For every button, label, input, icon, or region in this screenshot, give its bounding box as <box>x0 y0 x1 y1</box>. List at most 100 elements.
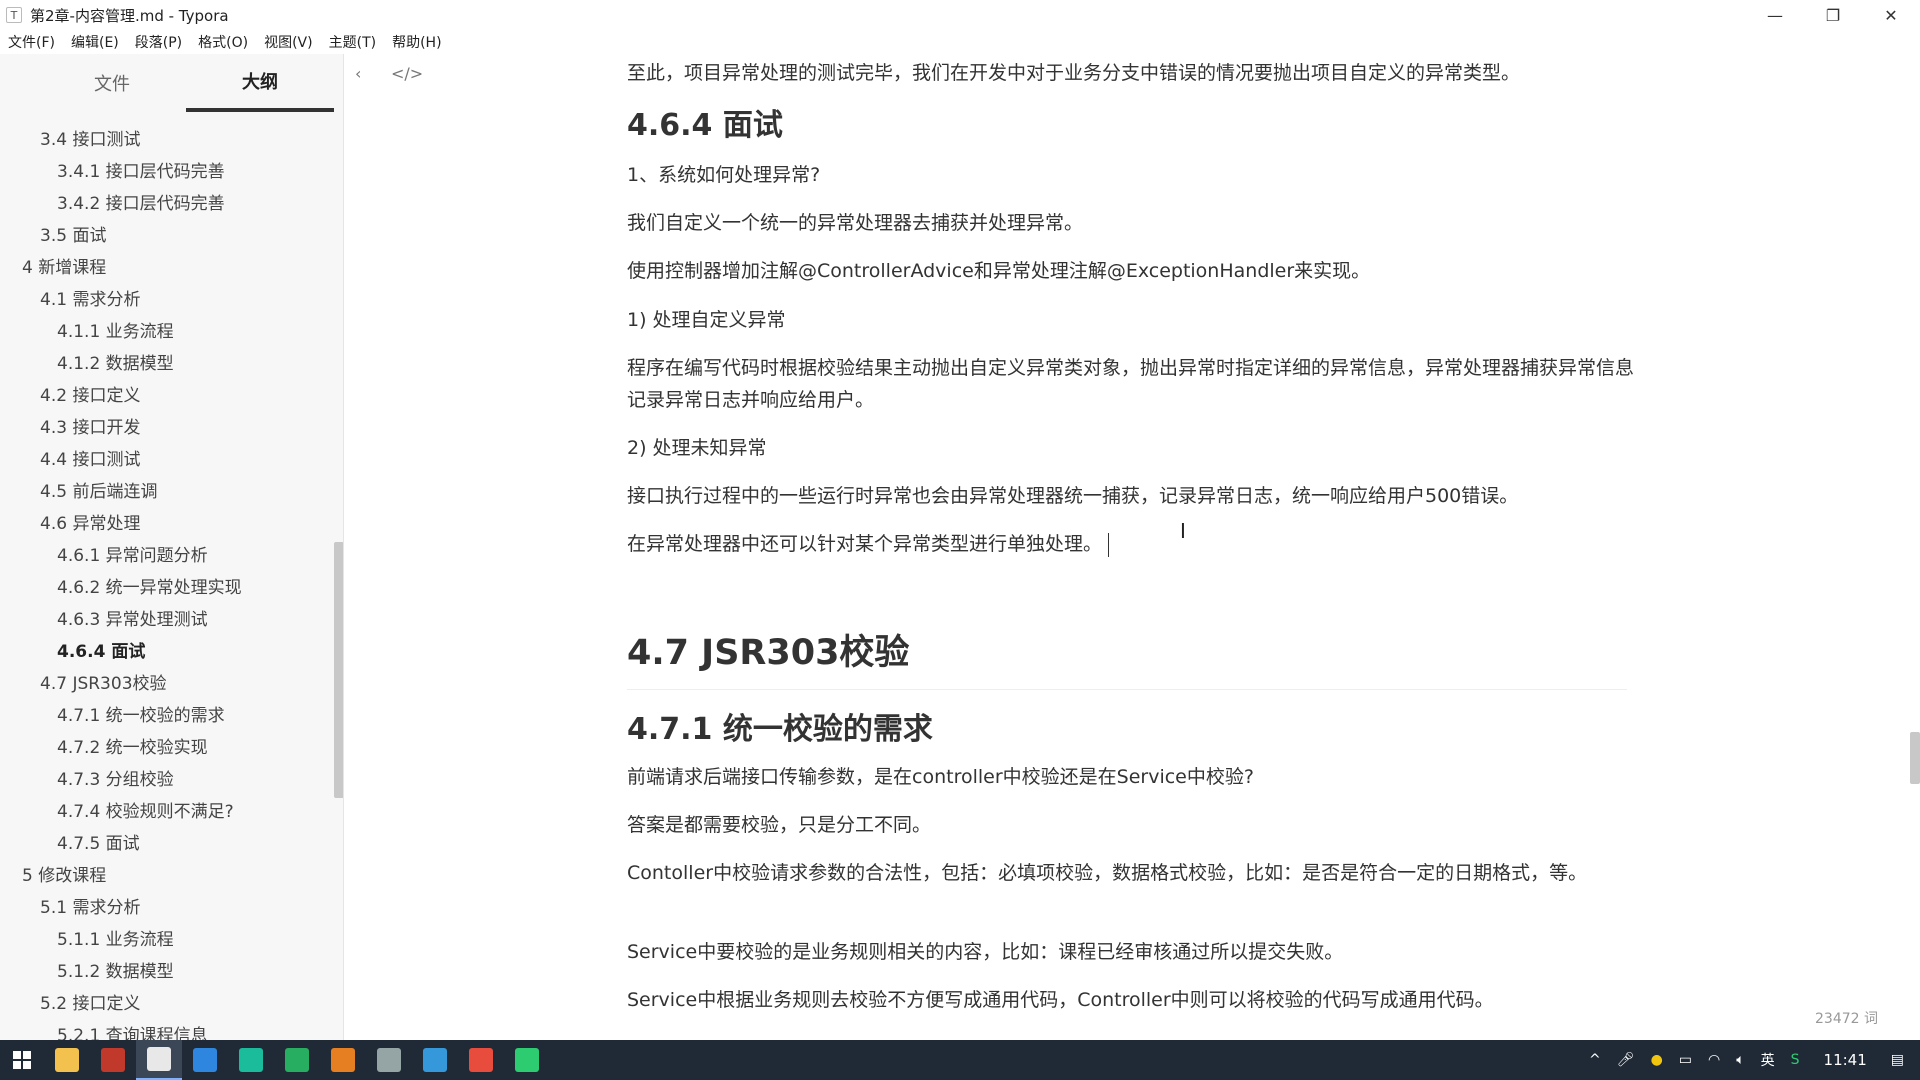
tray-chevron-icon[interactable]: ^ <box>1589 1052 1601 1068</box>
taskbar-apps <box>44 1040 550 1080</box>
sogou-icon[interactable]: S <box>1791 1052 1800 1068</box>
sidebar-scrollbar[interactable] <box>334 542 343 798</box>
notification-icon[interactable]: ▤ <box>1891 1052 1904 1068</box>
outline-item[interactable]: 5.1 需求分析 <box>0 892 336 924</box>
battery-icon[interactable]: ▭ <box>1679 1052 1692 1068</box>
outline-item[interactable]: 4.1.1 业务流程 <box>0 316 336 348</box>
outline-item[interactable]: 3.4.2 接口层代码完善 <box>0 188 336 220</box>
outline-item[interactable]: 4.7.1 统一校验的需求 <box>0 700 336 732</box>
network-icon[interactable]: ◠ <box>1708 1052 1720 1068</box>
paragraph-sub-3-wrap[interactable]: 在异常处理器中还可以针对某个异常类型进行单独处理。 <box>627 528 1637 560</box>
paragraph-sub-1[interactable]: 1) 处理自定义异常 <box>627 304 1637 336</box>
heading-4-7[interactable]: 4.7 JSR303校验 <box>627 624 1627 690</box>
menu-theme[interactable]: 主题(T) <box>329 32 376 52</box>
start-button[interactable] <box>0 1040 44 1080</box>
taskbar-app-app-teal[interactable] <box>228 1040 274 1080</box>
app-edge-icon <box>423 1048 447 1072</box>
menu-bar: 文件(F) 编辑(E) 段落(P) 格式(O) 视图(V) 主题(T) 帮助(H… <box>0 30 1920 54</box>
sidebar-tabs: 文件 大纲 <box>0 54 343 112</box>
taskbar-app-app-green[interactable] <box>504 1040 550 1080</box>
taskbar-app-typora[interactable] <box>136 1040 182 1080</box>
outline-item[interactable]: 4.3 接口开发 <box>0 412 336 444</box>
paragraph-sub-1-text[interactable]: 程序在编写代码时根据校验结果主动抛出自定义异常类对象，抛出异常时指定详细的异常信… <box>627 352 1637 416</box>
menu-paragraph[interactable]: 段落(P) <box>135 32 182 52</box>
taskbar-app-chrome[interactable] <box>458 1040 504 1080</box>
outline-item[interactable]: 4.6.2 统一异常处理实现 <box>0 572 336 604</box>
maximize-button[interactable]: ❐ <box>1804 0 1862 30</box>
system-tray: ^ 🎤︎ ● ▭ ◠ 🔈︎ 英 S 11:41 ▤ <box>1581 1040 1920 1080</box>
app-green-icon <box>515 1048 539 1072</box>
paragraph-question-1[interactable]: 1、系统如何处理异常? <box>627 159 1637 191</box>
microphone-icon[interactable]: 🎤︎ <box>1617 1052 1635 1068</box>
paragraph-v2[interactable]: 答案是都需要校验，只是分工不同。 <box>627 809 1637 841</box>
tray-app-icon[interactable]: ● <box>1651 1052 1663 1068</box>
outline-item[interactable]: 4.4 接口测试 <box>0 444 336 476</box>
paragraph-v5[interactable]: Service中根据业务规则去校验不方便写成通用代码，Controller中则可… <box>627 984 1637 1016</box>
minimize-button[interactable]: — <box>1746 0 1804 30</box>
app-circle-icon <box>377 1048 401 1072</box>
taskbar-app-app-red[interactable] <box>90 1040 136 1080</box>
paragraph-sub-2[interactable]: 2) 处理未知异常 <box>627 432 1637 464</box>
outline-item[interactable]: 4.7.3 分组校验 <box>0 764 336 796</box>
clock[interactable]: 11:41 <box>1824 1051 1867 1069</box>
outline-item[interactable]: 4.6.1 异常问题分析 <box>0 540 336 572</box>
menu-edit[interactable]: 编辑(E) <box>71 32 119 52</box>
outline-item[interactable]: 4.5 前后端连调 <box>0 476 336 508</box>
paragraph-sub-3-text[interactable]: 在异常处理器中还可以针对某个异常类型进行单独处理。 <box>627 533 1102 555</box>
outline-item[interactable]: 3.4 接口测试 <box>0 124 336 156</box>
outline-item[interactable]: 4.7.5 面试 <box>0 828 336 860</box>
outline-item[interactable]: 4 新增课程 <box>0 252 336 284</box>
outline-item[interactable]: 4.7.4 校验规则不满足? <box>0 796 336 828</box>
ime-indicator[interactable]: 英 <box>1761 1050 1775 1070</box>
menu-file[interactable]: 文件(F) <box>8 32 55 52</box>
editor[interactable]: 至此，项目异常处理的测试完毕，我们在开发中对于业务分支中错误的情况要抛出项目自定… <box>345 54 1920 1040</box>
title-bar: T 第2章-内容管理.md - Typora — ❐ ✕ <box>0 0 1920 30</box>
paragraph-intro[interactable]: 至此，项目异常处理的测试完毕，我们在开发中对于业务分支中错误的情况要抛出项目自定… <box>627 57 1637 89</box>
taskbar-app-app-blue[interactable] <box>182 1040 228 1080</box>
taskbar-app-app-edge[interactable] <box>412 1040 458 1080</box>
close-button[interactable]: ✕ <box>1862 0 1920 30</box>
outline-item[interactable]: 3.5 面试 <box>0 220 336 252</box>
taskbar-app-app-green-dark[interactable] <box>274 1040 320 1080</box>
outline-list: 3.4 接口测试 3.4.1 接口层代码完善 3.4.2 接口层代码完善 3.5 面试… <box>0 124 336 1040</box>
menu-format[interactable]: 格式(O) <box>198 32 248 52</box>
volume-icon[interactable]: 🔈︎ <box>1736 1052 1744 1068</box>
paragraph-v1[interactable]: 前端请求后端接口传输参数，是在controller中校验还是在Service中校… <box>627 761 1637 793</box>
app-blue-icon <box>193 1048 217 1072</box>
word-count[interactable]: 23472 词 <box>1815 1008 1878 1028</box>
menu-help[interactable]: 帮助(H) <box>392 32 441 52</box>
paragraph-v3[interactable]: Contoller中校验请求参数的合法性，包括：必填项校验，数据格式校验，比如：… <box>627 857 1637 889</box>
outline-item[interactable]: 4.6 异常处理 <box>0 508 336 540</box>
app-vlc-icon <box>331 1048 355 1072</box>
tab-outline[interactable]: 大纲 <box>186 54 334 112</box>
outline-item[interactable]: 4.2 接口定义 <box>0 380 336 412</box>
paragraph-answer-1[interactable]: 我们自定义一个统一的异常处理器去捕获并处理异常。 <box>627 207 1637 239</box>
paragraph-v4[interactable]: Service中要校验的是业务规则相关的内容，比如：课程已经审核通过所以提交失败… <box>627 936 1637 968</box>
app-green-dark-icon <box>285 1048 309 1072</box>
heading-4-6-4[interactable]: 4.6.4 面试 <box>627 100 783 144</box>
sidebar: 文件 大纲 3.4 接口测试 3.4.1 接口层代码完善 3.4.2 接口层代码完善… <box>0 54 344 1040</box>
heading-4-7-1[interactable]: 4.7.1 统一校验的需求 <box>627 704 933 748</box>
outline-item[interactable]: 4.7 JSR303校验 <box>0 668 336 700</box>
outline-item[interactable]: 4.6.4 面试 <box>0 636 336 668</box>
outline-item[interactable]: 5.1.1 业务流程 <box>0 924 336 956</box>
taskbar-app-app-vlc[interactable] <box>320 1040 366 1080</box>
source-code-icon[interactable]: </> <box>391 64 423 1028</box>
window-controls: — ❐ ✕ <box>1746 0 1920 30</box>
outline-item[interactable]: 5.1.2 数据模型 <box>0 956 336 988</box>
paragraph-sub-2-text[interactable]: 接口执行过程中的一些运行时异常也会由异常处理器统一捕获，记录异常日志，统一响应给… <box>627 480 1637 512</box>
outline-item[interactable]: 5 修改课程 <box>0 860 336 892</box>
outline-item[interactable]: 4.1 需求分析 <box>0 284 336 316</box>
menu-view[interactable]: 视图(V) <box>264 32 313 52</box>
typora-app-icon: T <box>6 7 22 23</box>
back-arrow-icon-2[interactable]: ‹ <box>355 64 361 1028</box>
paragraph-answer-2[interactable]: 使用控制器增加注解@ControllerAdvice和异常处理注解@Except… <box>627 255 1637 287</box>
taskbar-app-app-circle[interactable] <box>366 1040 412 1080</box>
outline-item[interactable]: 4.6.3 异常处理测试 <box>0 604 336 636</box>
outline-item[interactable]: 3.4.1 接口层代码完善 <box>0 156 336 188</box>
tab-files[interactable]: 文件 <box>38 54 186 112</box>
editor-scrollbar[interactable] <box>1910 732 1920 784</box>
outline-item[interactable]: 4.1.2 数据模型 <box>0 348 336 380</box>
taskbar-app-file-explorer[interactable] <box>44 1040 90 1080</box>
outline-item[interactable]: 4.7.2 统一校验实现 <box>0 732 336 764</box>
